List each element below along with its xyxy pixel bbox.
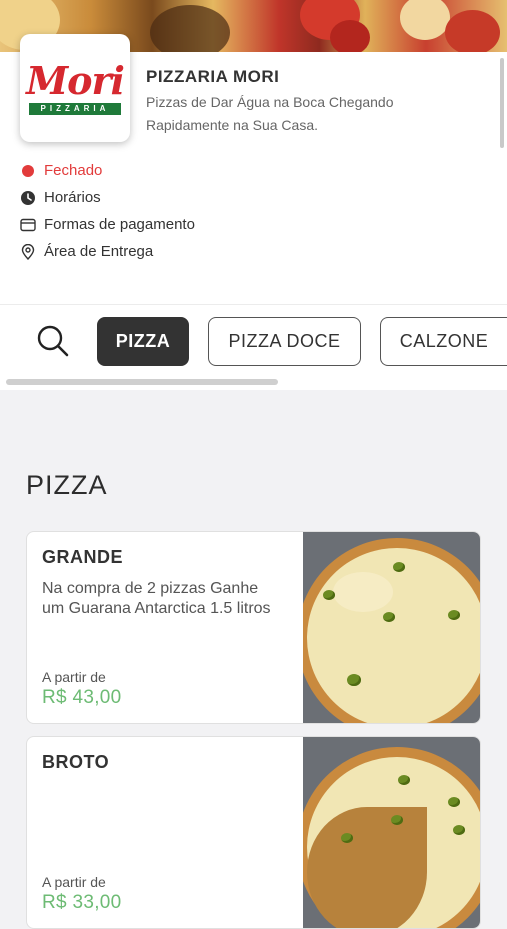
search-button[interactable]	[34, 322, 72, 360]
product-price: R$ 33,00	[42, 892, 122, 913]
price-from-label: A partir de	[42, 669, 106, 685]
clock-icon	[20, 190, 36, 206]
status-dot-icon	[20, 163, 36, 179]
product-card-grande[interactable]: GRANDE Na compra de 2 pizzas Ganhe um Gu…	[26, 531, 481, 724]
product-image	[303, 737, 480, 928]
delivery-area-link[interactable]: Área de Entrega	[20, 243, 153, 260]
category-bar: PIZZA PIZZA DOCE CALZONE	[0, 304, 507, 390]
delivery-area-label: Área de Entrega	[44, 243, 154, 260]
product-image	[303, 532, 480, 723]
product-card-broto[interactable]: BROTO A partir de R$ 33,00	[26, 736, 481, 929]
search-icon	[37, 325, 69, 357]
vertical-scrollbar[interactable]	[500, 58, 504, 148]
product-description: Na compra de 2 pizzas Ganhe um Guarana A…	[42, 580, 271, 617]
product-title: BROTO	[42, 752, 110, 772]
product-title: GRANDE	[42, 547, 124, 567]
category-tab-pizza[interactable]: PIZZA	[97, 317, 189, 366]
product-price: R$ 43,00	[42, 687, 122, 708]
store-name: PIZZARIA MORI	[146, 67, 280, 86]
hours-link[interactable]: Horários	[20, 189, 101, 206]
category-scrollbar[interactable]	[6, 379, 278, 385]
hours-label: Horários	[44, 189, 101, 206]
price-from-label: A partir de	[42, 874, 106, 890]
store-description: Pizzas de Dar Água na Boca Chegando Rapi…	[146, 94, 394, 133]
section-title: PIZZA	[26, 470, 108, 500]
location-pin-icon	[20, 243, 36, 260]
category-tab-pizza-doce[interactable]: PIZZA DOCE	[208, 317, 361, 366]
store-status: Fechado	[20, 162, 102, 179]
store-logo: Mori PIZZARIA	[20, 34, 130, 142]
logo-band: PIZZARIA	[29, 103, 121, 115]
payment-methods-link[interactable]: Formas de pagamento	[20, 216, 195, 233]
logo-wordmark: Mori	[26, 58, 125, 103]
payment-methods-label: Formas de pagamento	[44, 216, 195, 233]
status-text: Fechado	[44, 162, 103, 179]
category-tab-calzone[interactable]: CALZONE	[380, 317, 507, 366]
credit-card-icon	[20, 217, 36, 233]
